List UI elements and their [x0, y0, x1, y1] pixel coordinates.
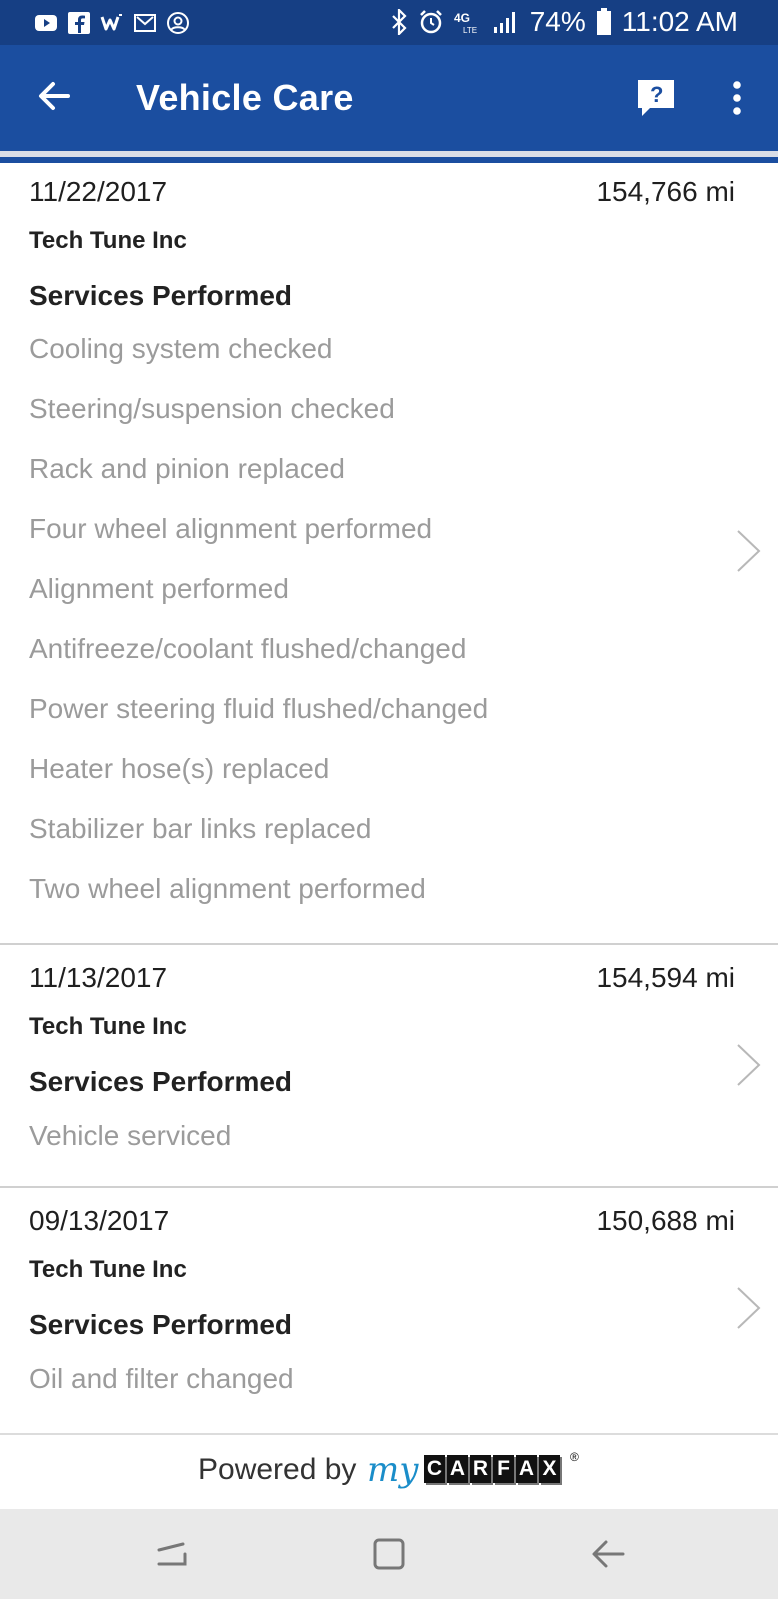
powered-by-label: Powered by	[198, 1453, 357, 1486]
carfax-logo: C A R F A X	[424, 1455, 562, 1487]
services-heading: Services Performed	[29, 1066, 293, 1097]
facebook-icon	[68, 12, 90, 34]
service-item: Vehicle serviced	[29, 1120, 232, 1151]
logo-letter: C	[424, 1455, 445, 1483]
logo-letter: F	[493, 1455, 514, 1483]
service-record-card[interactable]: 09/13/2017 150,688 mi Tech Tune Inc Serv…	[0, 1188, 778, 1432]
clock: 11:02 AM	[621, 6, 738, 37]
my-logo-text: my	[367, 1450, 419, 1490]
chevron-right-icon[interactable]	[736, 1043, 762, 1087]
registered-mark: ®	[570, 1450, 579, 1464]
wish-icon	[100, 14, 122, 31]
service-item: Heater hose(s) replaced	[29, 753, 330, 784]
service-item: Four wheel alignment performed	[29, 513, 433, 544]
recent-apps-icon[interactable]	[155, 1536, 189, 1572]
logo-letter: R	[470, 1455, 491, 1483]
service-record-card[interactable]: 11/22/2017 154,766 mi Tech Tune Inc Serv…	[0, 163, 778, 943]
services-heading: Services Performed	[29, 280, 293, 311]
status-indicators: 4G LTE 74% 11:02 AM	[390, 6, 738, 38]
arrow-left-icon[interactable]	[34, 76, 74, 116]
record-mileage: 150,688 mi	[596, 1205, 735, 1236]
chevron-right-icon[interactable]	[736, 1286, 762, 1330]
notification-icons	[34, 9, 190, 37]
battery-percentage: 74%	[529, 6, 586, 37]
service-item: Oil and filter changed	[29, 1363, 294, 1394]
logo-letter: A	[516, 1455, 537, 1483]
home-icon[interactable]	[372, 1537, 406, 1571]
service-item: Steering/suspension checked	[29, 393, 395, 424]
mail-icon	[134, 14, 156, 32]
service-item: Cooling system checked	[29, 333, 333, 364]
record-shop: Tech Tune Inc	[29, 1013, 187, 1040]
service-item: Stabilizer bar links replaced	[29, 813, 372, 844]
record-date: 11/22/2017	[29, 176, 168, 207]
service-item: Alignment performed	[29, 573, 289, 604]
service-item: Power steering fluid flushed/changed	[29, 693, 489, 724]
account-circle-icon	[167, 12, 189, 34]
lte-icon: 4GLTE	[454, 11, 477, 35]
bluetooth-icon	[391, 9, 407, 35]
battery-icon	[596, 8, 611, 35]
svg-text:4G: 4G	[454, 11, 470, 25]
record-shop: Tech Tune Inc	[29, 227, 187, 254]
logo-letter: X	[539, 1455, 560, 1483]
youtube-icon	[35, 15, 57, 31]
record-date: 11/13/2017	[29, 962, 168, 993]
service-record-card[interactable]: 11/13/2017 154,594 mi Tech Tune Inc Serv…	[0, 945, 778, 1186]
record-shop: Tech Tune Inc	[29, 1256, 187, 1283]
svg-text:LTE: LTE	[463, 26, 477, 35]
service-item: Antifreeze/coolant flushed/changed	[29, 633, 467, 664]
chevron-right-icon[interactable]	[736, 529, 762, 573]
logo-letter: A	[447, 1455, 468, 1483]
signal-icon	[493, 12, 515, 33]
record-date: 09/13/2017	[29, 1205, 170, 1236]
back-icon[interactable]	[590, 1536, 626, 1572]
help-chat-icon[interactable]: ?	[636, 78, 676, 118]
alarm-icon	[419, 10, 442, 34]
page-title: Vehicle Care	[136, 77, 354, 118]
svg-text:?: ?	[650, 82, 663, 107]
service-item: Two wheel alignment performed	[29, 873, 426, 904]
service-item: Rack and pinion replaced	[29, 453, 345, 484]
record-mileage: 154,766 mi	[596, 176, 735, 207]
more-vert-icon[interactable]	[722, 80, 752, 116]
status-bar: 4G LTE 74% 11:02 AM	[0, 0, 778, 45]
record-mileage: 154,594 mi	[596, 962, 735, 993]
services-heading: Services Performed	[29, 1309, 293, 1340]
